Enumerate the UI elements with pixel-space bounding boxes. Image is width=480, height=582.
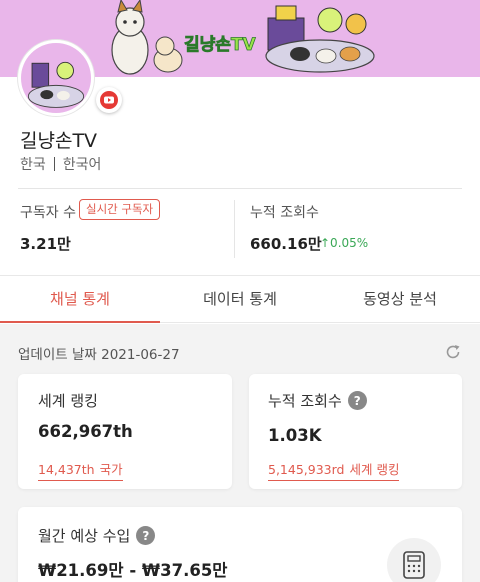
cumulative-views-value: 1.03K [268,426,322,445]
views-world-ranking-label: 세계 랭킹 [349,462,400,477]
views-label: 누적 조회수 [250,205,319,221]
world-ranking-title: 세계 랭킹 [38,392,98,410]
views-world-ranking-value: 5,145,933rd [268,462,345,477]
views-world-ranking[interactable]: 5,145,933rd 세계 랭킹 [268,459,400,481]
views-growth: ↑0.05% [320,236,369,250]
subscribers-label: 구독자 수 [20,205,76,221]
tab-data-stats[interactable]: 데이터 통계 [160,276,320,322]
svg-text:길냥손TV: 길냥손TV [184,35,257,55]
card-title: 월간 예상 수입 ? [38,525,156,546]
country-ranking[interactable]: 14,437th 국가 [38,459,123,481]
tab-video-analysis[interactable]: 동영상 분석 [320,276,480,322]
country-ranking-label: 국가 [99,462,123,477]
tab-bar: 채널 통계 데이터 통계 동영상 분석 [0,276,480,323]
monthly-income-title: 월간 예상 수입 [38,527,131,545]
channel-language: 한국어 [62,157,102,173]
monthly-income-value: ₩21.69만 - ₩37.65만 [38,561,228,580]
tab-channel-stats[interactable]: 채널 통계 [0,276,160,323]
channel-meta: 한국 한국어 [20,154,101,174]
world-ranking-card: 세계 랭킹 662,967th 14,437th 국가 [18,374,232,489]
help-icon[interactable]: ? [136,526,156,545]
cumulative-views-title: 누적 조회수 [268,392,342,410]
cumulative-views-card: 누적 조회수 ? 1.03K 5,145,933rd 세계 랭킹 [249,374,462,489]
channel-country: 한국 [20,157,46,173]
stats-divider [234,200,235,258]
help-icon[interactable]: ? [347,391,367,410]
world-ranking-value: 662,967th [38,422,133,441]
realtime-subscribers-button[interactable]: 실시간 구독자 [79,199,161,220]
meta-divider [53,157,55,171]
youtube-icon[interactable] [96,87,122,113]
card-title: 세계 랭킹 [38,390,98,411]
subscribers-value: 3.21만 [20,235,71,253]
channel-avatar [18,40,94,116]
country-ranking-value: 14,437th [38,462,95,477]
refresh-icon[interactable] [444,343,462,361]
divider [18,188,462,189]
channel-name: 길냥손TV [20,130,98,152]
views-value: 660.16만 [250,235,322,253]
updated-date: 업데이트 날짜 2021-06-27 [18,347,180,363]
card-title: 누적 조회수 ? [268,390,367,411]
